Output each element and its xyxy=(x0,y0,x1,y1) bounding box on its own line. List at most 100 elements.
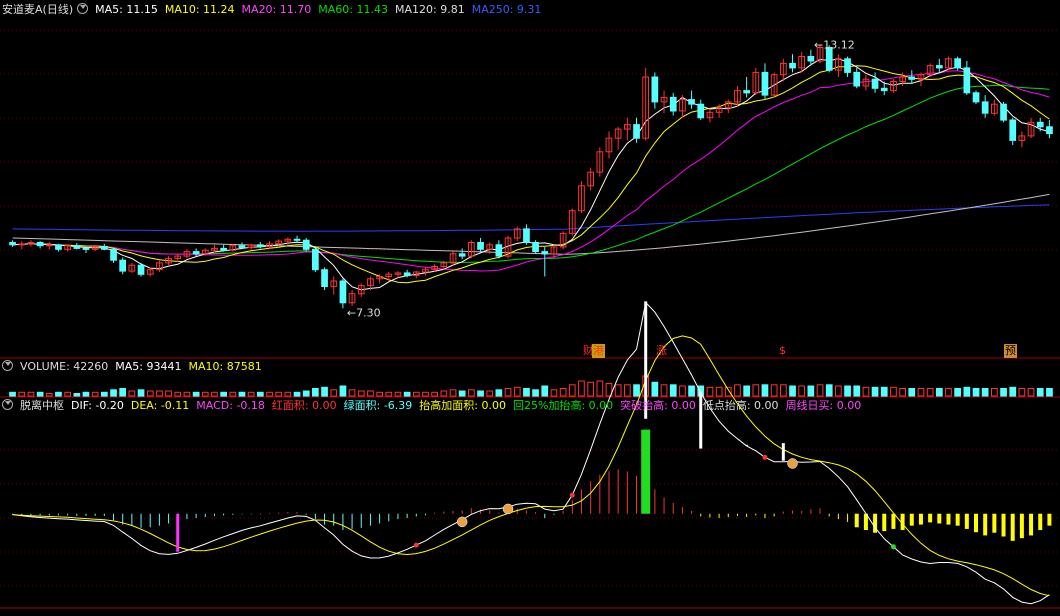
candle-down xyxy=(541,251,549,255)
volume-bar xyxy=(862,386,870,397)
signal-dot xyxy=(762,454,768,460)
settings-dropdown-icon[interactable] xyxy=(77,3,89,14)
candle-down xyxy=(238,245,246,248)
candle-down xyxy=(954,58,961,69)
candle-down xyxy=(302,239,310,250)
volume-bar xyxy=(73,393,81,397)
ma5-label: MA5: 11.15 xyxy=(95,3,158,16)
volume-bar xyxy=(780,384,787,397)
volume-bar xyxy=(449,389,457,397)
macd-label: MACD: -0.18 xyxy=(196,399,265,412)
volume-bar xyxy=(330,389,338,397)
volume-bar xyxy=(1036,388,1044,397)
volume-bar xyxy=(183,391,191,397)
volume-bar xyxy=(936,388,943,397)
candle-down xyxy=(458,253,466,257)
candle-down xyxy=(669,96,677,112)
candle-down xyxy=(339,280,347,304)
volume-bar xyxy=(614,384,622,397)
signal-marker xyxy=(787,458,798,469)
volume-bar xyxy=(266,391,273,397)
candle-down xyxy=(908,76,916,80)
volume-bar xyxy=(1027,388,1035,397)
indicator-settings-icon[interactable] xyxy=(2,399,13,410)
ma250-label: MA250: 9.31 xyxy=(471,3,542,16)
volume-bar xyxy=(926,388,934,397)
volume-bar xyxy=(844,385,851,397)
candle-down xyxy=(936,65,943,69)
volume-bar xyxy=(532,389,539,397)
volume-bar xyxy=(156,390,163,397)
candle-down xyxy=(82,247,90,250)
volume-bar xyxy=(468,389,475,397)
volume-bar xyxy=(403,391,411,397)
volume-bar xyxy=(312,388,319,397)
price-header: 安道麦A(日线) MA5: 11.15 MA10: 11.24 MA20: 11.70… xyxy=(2,2,548,18)
volume-bar xyxy=(257,391,264,397)
volume-ma5-label: MA5: 93441 xyxy=(115,360,182,373)
volume-bar xyxy=(743,385,750,397)
ma250-line xyxy=(12,204,1050,232)
candle-down xyxy=(257,244,264,248)
volume-bar xyxy=(835,385,842,397)
volume-bar xyxy=(385,391,393,397)
volume-ma10-label: MA10: 87581 xyxy=(188,360,262,373)
volume-bar xyxy=(174,391,182,397)
volume-bar xyxy=(440,390,448,397)
volume-bar xyxy=(880,386,888,397)
ma10-label: MA10: 11.24 xyxy=(164,3,235,16)
volume-bar xyxy=(110,389,117,397)
volume-bar xyxy=(146,390,154,397)
candle-down xyxy=(853,71,861,87)
candle-down xyxy=(110,248,117,261)
volume-bar xyxy=(1000,388,1007,397)
event-badge-rise[interactable]: 涨 xyxy=(655,344,668,358)
volume-bar xyxy=(660,384,668,397)
candle-down xyxy=(403,272,411,277)
volume-bar xyxy=(899,388,906,397)
candle-down xyxy=(697,103,705,119)
high-price-label: ←13.12 xyxy=(814,38,855,51)
candle-down xyxy=(477,242,484,250)
volume-bar xyxy=(477,390,484,397)
low-price-label: ←7.30 xyxy=(347,306,381,319)
kline-chart[interactable]: ←13.12 ←7.30 xyxy=(0,0,1060,616)
volume-bar xyxy=(238,391,246,397)
volume-bar xyxy=(82,391,90,397)
volume-bar xyxy=(752,384,760,397)
volume-bar xyxy=(578,380,585,397)
volume-bar xyxy=(991,388,998,397)
indicator-header: 脱离中枢 DIF: -0.20 DEA: -0.11 MACD: -0.18 红面积: … xyxy=(2,398,868,414)
volume-bar xyxy=(825,384,833,397)
candle-down xyxy=(321,269,328,288)
volume-bar xyxy=(587,381,594,397)
volume-bar xyxy=(816,384,824,397)
ma20-line xyxy=(12,70,1050,272)
candle-down xyxy=(789,62,796,69)
volume-bar xyxy=(633,384,640,397)
volume-bar xyxy=(211,391,218,397)
volume-settings-icon[interactable] xyxy=(2,360,13,371)
volume-bar xyxy=(284,391,292,397)
indicator-title: 脱离中枢 xyxy=(20,399,64,412)
volume-bar xyxy=(798,385,805,397)
volume-bar xyxy=(908,388,916,397)
candle-down xyxy=(101,246,108,250)
event-badge-forecast[interactable]: 预 xyxy=(1004,344,1017,358)
volume-bar xyxy=(376,391,383,397)
volume-bar xyxy=(128,390,136,397)
event-badge-dividend[interactable]: $ xyxy=(778,344,787,358)
candle-down xyxy=(1000,103,1007,121)
breakout-label: 突破抬高: 0.00 xyxy=(620,399,696,412)
low-raise-label: 低点抬高: 0.00 xyxy=(702,399,779,412)
candle-down xyxy=(532,242,539,253)
volume-bar xyxy=(486,390,494,397)
volume-bar xyxy=(394,391,402,397)
volume-bar xyxy=(761,384,769,397)
candle-down xyxy=(871,78,879,89)
ma120-label: MA120: 9.81 xyxy=(394,3,465,16)
volume-bar xyxy=(523,388,530,397)
candle-down xyxy=(688,99,695,105)
dif-line xyxy=(12,301,1050,605)
event-badge-hk[interactable]: 港 xyxy=(592,344,605,358)
